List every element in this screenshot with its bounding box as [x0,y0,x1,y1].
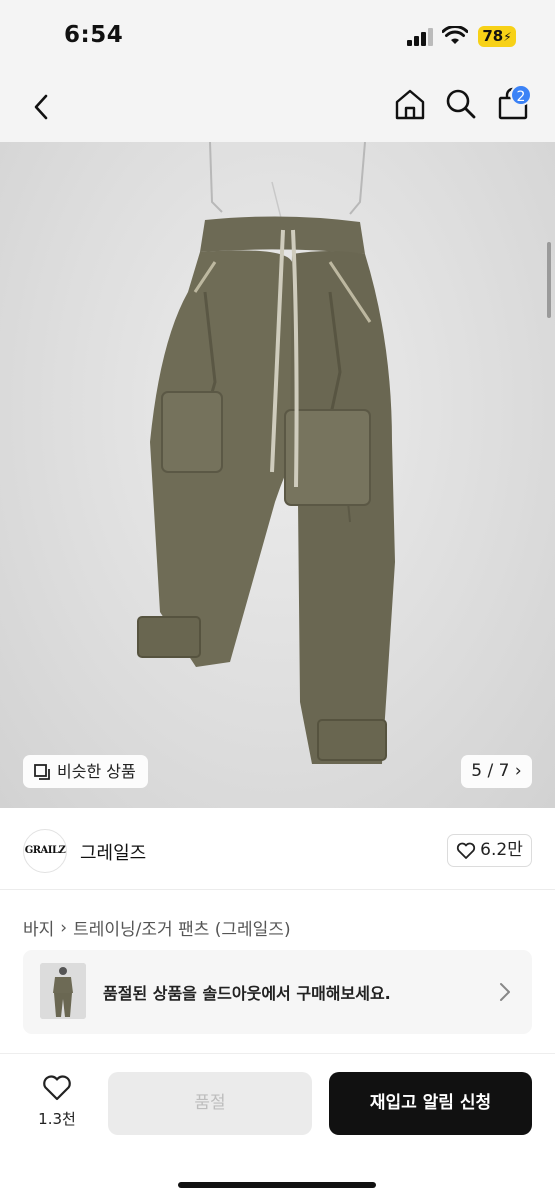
status-bar: 6:54 78⚡ [0,0,555,74]
brand-wish-count: 6.2만 [480,840,523,860]
image-counter[interactable]: 5 / 7 › [461,755,532,788]
breadcrumb-subcategory[interactable]: 트레이닝/조거 팬츠 (그레일즈) [73,915,290,940]
chevron-right-icon: › [60,917,68,938]
breadcrumb-category[interactable]: 바지 [23,915,54,940]
breadcrumb: 바지 › 트레이닝/조거 팬츠 (그레일즈) [23,915,291,941]
similar-products-label: 비슷한 상품 [57,762,136,781]
back-icon[interactable] [28,90,58,124]
similar-products-button[interactable]: 비슷한 상품 [23,755,148,788]
page-scrollbar[interactable] [547,242,551,318]
bottom-action-bar: 1.3천 품절 재입고 알림 신청 [0,1053,555,1200]
soldout-banner-text: 품절된 상품을 솔드아웃에서 구매해보세요. [103,984,391,1003]
home-icon[interactable] [393,87,427,121]
status-time: 6:54 [64,22,124,48]
chevron-right-icon: › [514,761,522,781]
cart-count-badge: 2 [510,84,532,106]
soldout-product-thumbnail [40,963,86,1019]
image-counter-label: 5 / 7 [471,761,510,781]
search-icon[interactable] [444,87,478,121]
product-image[interactable] [0,142,555,808]
restock-alert-button[interactable]: 재입고 알림 신청 [329,1072,532,1135]
soldout-market-banner[interactable]: 품절된 상품을 솔드아웃에서 구매해보세요. [23,950,532,1034]
home-indicator[interactable] [178,1182,376,1188]
brand-logo[interactable]: GRAILZ [23,829,67,873]
soldout-button: 품절 [108,1072,312,1135]
similar-icon [34,763,50,780]
like-count: 1.3천 [38,1110,76,1128]
brand-name[interactable]: 그레일즈 [80,839,146,865]
brand-wish-button[interactable]: 6.2만 [447,834,532,867]
product-photo-pants [137,142,395,764]
chevron-right-icon [500,983,510,1001]
signal-icon [407,28,433,46]
like-button[interactable]: 1.3천 [30,1074,84,1134]
heart-icon [43,1075,71,1101]
wifi-icon [442,26,468,44]
brand-row[interactable]: GRAILZ 그레일즈 6.2만 [0,808,555,890]
nav-header [0,74,555,142]
heart-icon [457,842,476,859]
battery-indicator: 78⚡ [478,26,516,47]
